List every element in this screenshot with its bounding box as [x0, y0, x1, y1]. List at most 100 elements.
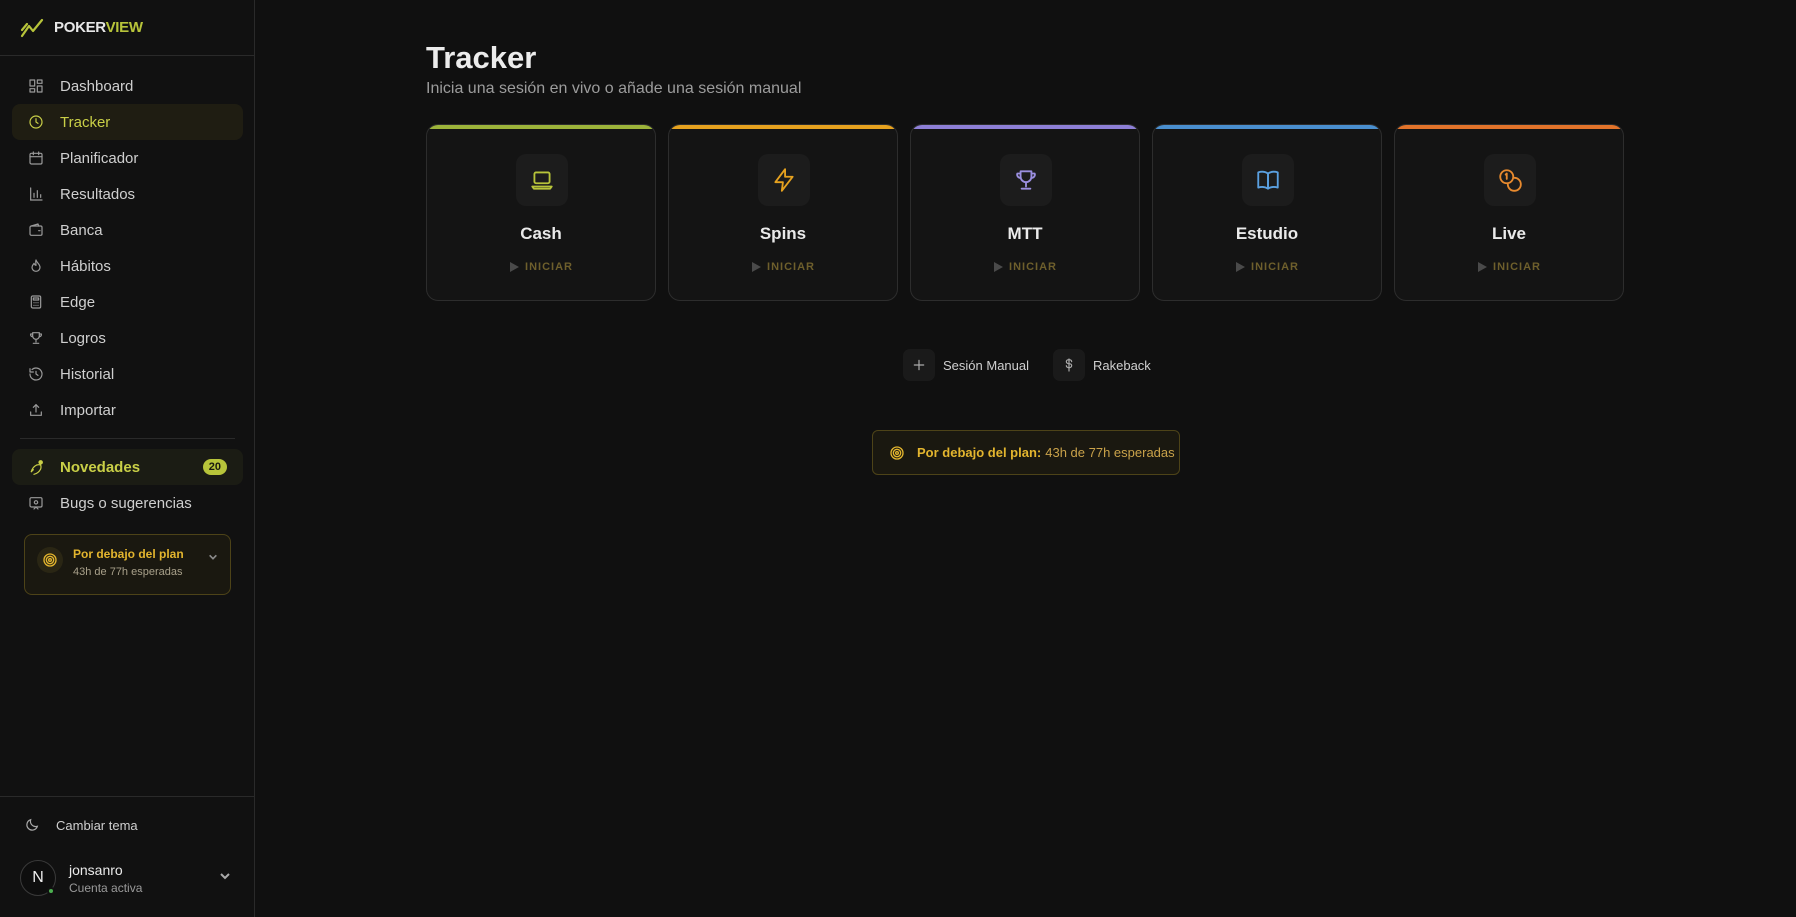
main-content: Tracker Inicia una sesión en vivo o añad…	[256, 0, 1796, 917]
calendar-icon	[28, 150, 44, 166]
trophy-icon	[1000, 154, 1052, 206]
plus-icon	[903, 349, 935, 381]
sidebar-item-label: Tracker	[60, 113, 111, 131]
plan-banner-detail: 43h de 77h esperadas	[1045, 445, 1175, 460]
nav-divider	[20, 438, 235, 439]
theme-toggle-button[interactable]: Cambiar tema	[0, 797, 255, 853]
online-status-dot	[47, 887, 55, 895]
secondary-actions: Sesión Manual Rakeback	[903, 349, 1175, 381]
rakeback-label: Rakeback	[1093, 357, 1151, 373]
clock-icon	[28, 114, 44, 130]
play-icon	[752, 262, 762, 272]
target-icon	[890, 445, 904, 460]
moon-icon	[26, 818, 39, 831]
session-card-label: Spins	[759, 224, 807, 243]
sidebar-item-label: Planificador	[60, 149, 139, 167]
start-session-button[interactable]: INICIAR	[669, 261, 897, 273]
feedback-icon	[28, 495, 44, 511]
start-session-button[interactable]: INICIAR	[1153, 261, 1381, 273]
plan-status-text: Por debajo del plan 43h de 77h esperadas	[73, 547, 184, 578]
chevron-down-icon	[208, 549, 218, 567]
sidebar-footer: Cambiar tema N jonsanro Cuenta activa	[0, 796, 255, 917]
dashboard-icon	[28, 78, 44, 94]
bar-chart-icon	[28, 186, 44, 202]
plan-status-detail: 43h de 77h esperadas	[73, 566, 183, 578]
sidebar-nav: Dashboard Tracker Planificador Resultado…	[12, 68, 243, 521]
session-card-live[interactable]: Live INICIAR	[1394, 124, 1624, 301]
session-card-label: Estudio	[1235, 224, 1299, 243]
card-accent-bar	[1395, 125, 1623, 129]
sidebar-item-importar[interactable]: Importar	[12, 392, 243, 428]
start-session-button[interactable]: INICIAR	[911, 261, 1139, 273]
history-icon	[28, 366, 44, 382]
start-label: INICIAR	[525, 261, 573, 273]
laptop-icon	[516, 154, 568, 206]
card-accent-bar	[669, 125, 897, 129]
sidebar-item-label: Historial	[60, 365, 115, 383]
start-session-button[interactable]: INICIAR	[1395, 261, 1623, 273]
card-accent-bar	[1153, 125, 1381, 129]
sidebar-item-historial[interactable]: Historial	[12, 356, 243, 392]
sidebar-item-dashboard[interactable]: Dashboard	[12, 68, 243, 104]
card-accent-bar	[911, 125, 1139, 129]
play-icon	[1236, 262, 1246, 272]
avatar: N	[20, 860, 56, 896]
avatar-initial: N	[32, 869, 44, 886]
sidebar-item-edge[interactable]: Edge	[12, 284, 243, 320]
sidebar-item-planificador[interactable]: Planificador	[12, 140, 243, 176]
book-icon	[1242, 154, 1294, 206]
sidebar-item-label: Edge	[60, 293, 96, 311]
play-icon	[994, 262, 1004, 272]
page-subtitle: Inicia una sesión en vivo o añade una se…	[426, 80, 802, 97]
play-icon	[510, 262, 520, 272]
user-menu[interactable]: N jonsanro Cuenta activa	[0, 853, 255, 903]
sidebar-item-tracker[interactable]: Tracker	[12, 104, 243, 140]
coins-icon	[1484, 154, 1536, 206]
manual-session-label: Sesión Manual	[943, 357, 1029, 373]
user-name: jonsanro	[69, 861, 123, 878]
start-label: INICIAR	[1251, 261, 1299, 273]
wallet-icon	[28, 222, 44, 238]
dollar-icon	[1053, 349, 1085, 381]
session-card-estudio[interactable]: Estudio INICIAR	[1152, 124, 1382, 301]
rocket-icon	[28, 459, 44, 475]
logo-chart-icon	[20, 18, 44, 37]
start-label: INICIAR	[1009, 261, 1057, 273]
sidebar-item-novedades[interactable]: Novedades 20	[12, 449, 243, 485]
flame-icon	[28, 258, 44, 274]
sidebar-item-label: Novedades	[60, 458, 141, 476]
sidebar-item-resultados[interactable]: Resultados	[12, 176, 243, 212]
sidebar-item-habitos[interactable]: Hábitos	[12, 248, 243, 284]
session-type-cards: Cash INICIAR Spins INICIAR MTT INICIAR E…	[426, 124, 1636, 301]
rakeback-button[interactable]: Rakeback	[1053, 349, 1151, 381]
brand-name: POKERVIEW	[54, 19, 143, 36]
sidebar-item-label: Hábitos	[60, 257, 111, 275]
logo[interactable]: POKERVIEW	[0, 0, 254, 56]
chevron-down-icon[interactable]	[219, 869, 231, 887]
session-card-spins[interactable]: Spins INICIAR	[668, 124, 898, 301]
theme-toggle-label: Cambiar tema	[56, 817, 138, 833]
sidebar-item-label: Dashboard	[60, 77, 134, 95]
page-title: Tracker	[426, 40, 537, 75]
sidebar-item-label: Bugs o sugerencias	[60, 494, 192, 512]
start-label: INICIAR	[767, 261, 815, 273]
lightning-icon	[758, 154, 810, 206]
sidebar-item-banca[interactable]: Banca	[12, 212, 243, 248]
play-icon	[1478, 262, 1488, 272]
sidebar-item-logros[interactable]: Logros	[12, 320, 243, 356]
trophy-icon	[28, 330, 44, 346]
manual-session-button[interactable]: Sesión Manual	[903, 349, 1029, 381]
novedades-count-badge: 20	[202, 459, 227, 475]
target-icon	[37, 547, 63, 573]
session-card-mtt[interactable]: MTT INICIAR	[910, 124, 1140, 301]
session-card-label: Live	[1491, 224, 1527, 243]
start-label: INICIAR	[1493, 261, 1541, 273]
plan-status-card[interactable]: Por debajo del plan 43h de 77h esperadas	[24, 534, 231, 595]
card-accent-bar	[427, 125, 655, 129]
user-status: Cuenta activa	[69, 880, 143, 895]
calculator-icon	[28, 294, 44, 310]
start-session-button[interactable]: INICIAR	[427, 261, 655, 273]
sidebar-item-bugs[interactable]: Bugs o sugerencias	[12, 485, 243, 521]
session-card-cash[interactable]: Cash INICIAR	[426, 124, 656, 301]
sidebar: POKERVIEW Dashboard Tracker Planificador…	[0, 0, 255, 917]
